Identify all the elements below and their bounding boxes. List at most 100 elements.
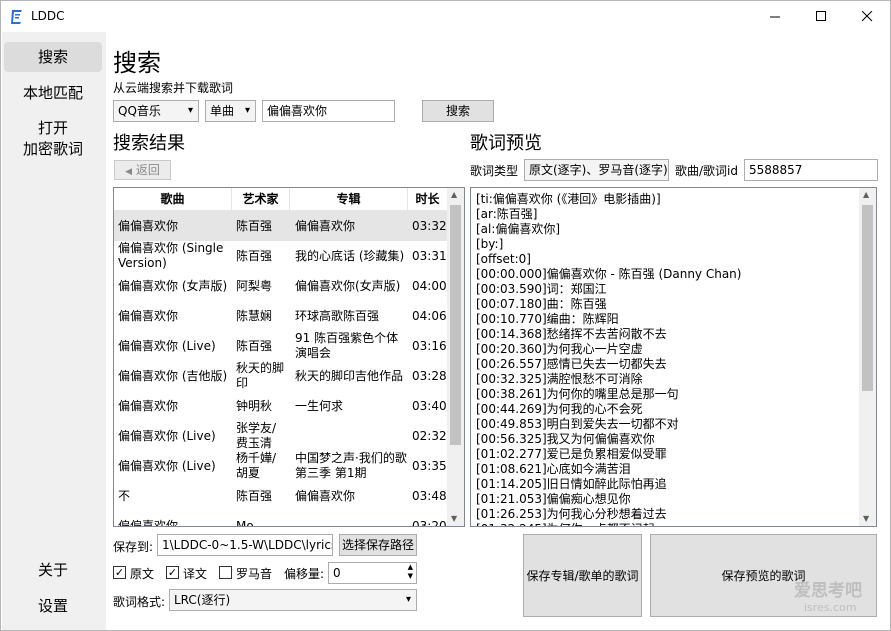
spin-arrows-icon[interactable]: ▲ ▼: [408, 563, 413, 581]
search-input[interactable]: 偏偏喜欢你: [262, 100, 395, 122]
table-row[interactable]: 偏偏喜欢你 (Live) 张学友/费玉清 02:32: [114, 421, 447, 451]
chevron-down-icon: ▾: [187, 105, 193, 116]
choose-save-path-button[interactable]: 选择保存路径: [339, 534, 417, 556]
cell-duration: 04:00: [412, 278, 446, 293]
minimize-button[interactable]: [752, 1, 798, 32]
table-row[interactable]: 偏偏喜欢你 陈慧娴 环球高歌陈百强 04:06: [114, 301, 447, 331]
table-row[interactable]: 偏偏喜欢你 (Live) 杨千嬅/胡夏 中国梦之声·我们的歌 第三季 第1期 03:3…: [114, 451, 447, 481]
table-row[interactable]: 不 陈百强 偏偏喜欢你 03:48: [114, 481, 447, 511]
lyrics-line: [ti:偏偏喜欢你 (《港回》电影插曲)]: [476, 192, 661, 206]
cell-album: 偏偏喜欢你: [295, 488, 356, 503]
close-button[interactable]: [844, 1, 890, 32]
lyrics-line: [00:44.269]为何我的心不会死: [476, 402, 643, 416]
cell-duration: 02:32: [412, 428, 446, 443]
sidebar-item-settings[interactable]: 设置: [4, 594, 102, 618]
format-label: 歌词格式:: [113, 595, 166, 609]
lyrics-id-field[interactable]: 5588857: [744, 159, 878, 181]
cell-album: 91 陈百强紫色个体演唱会: [295, 331, 399, 360]
back-button[interactable]: ◀ 返回: [114, 160, 171, 180]
cell-artist: 陈百强: [236, 248, 273, 263]
translation-label: 译文: [183, 567, 208, 581]
scroll-up-icon[interactable]: ▲: [863, 190, 869, 199]
lyrics-line: [00:49.853]明白到爱失去一切都不对: [476, 417, 679, 431]
results-table: 歌曲 艺术家 专辑 时长 偏偏喜欢你 陈百强 偏偏喜欢你 03:32 偏偏喜欢你 (Si…: [113, 187, 465, 527]
results-title: 搜索结果: [113, 133, 185, 154]
cell-song: 偏偏喜欢你: [118, 398, 179, 413]
preview-title: 歌词预览: [470, 133, 542, 154]
source-select-value: QQ音乐: [118, 104, 161, 118]
lyrics-line: [offset:0]: [476, 252, 531, 266]
cell-album: [295, 511, 407, 526]
table-row[interactable]: 偏偏喜欢你 (女声版) 阿梨粤 偏偏喜欢你(女声版) 04:00: [114, 271, 447, 301]
search-type-value: 单曲: [210, 104, 235, 118]
column-header-artist[interactable]: 艺术家: [232, 188, 290, 211]
column-header-album[interactable]: 专辑: [290, 188, 408, 211]
lyrics-line: [00:14.368]愁绪挥不去苦闷散不去: [476, 327, 667, 341]
table-row[interactable]: 偏偏喜欢你 Mo ... 03:20: [114, 511, 447, 527]
table-row[interactable]: 偏偏喜欢你 钟明秋 一生何求 03:40: [114, 391, 447, 421]
page-title: 搜索: [113, 49, 161, 77]
cell-duration: 03:48: [412, 488, 446, 503]
cell-album: 中国梦之声·我们的歌 第三季 第1期: [295, 451, 407, 480]
romaji-label: 罗马音: [236, 567, 273, 581]
lyrics-line: [00:07.180]曲：陈百强: [476, 297, 607, 311]
column-header-song[interactable]: 歌曲: [114, 188, 232, 211]
cell-artist: 张学友/费玉清: [236, 421, 277, 450]
sidebar-item-label: 本地匹配: [22, 84, 83, 102]
cell-duration: 03:16: [412, 338, 446, 353]
cell-duration: 03:40: [412, 398, 446, 413]
lyrics-line: [00:26.557]感情已失去一切都失去: [476, 357, 667, 371]
sidebar-item-local-match[interactable]: 本地匹配: [4, 81, 102, 105]
cell-artist: 钟明秋: [236, 398, 273, 413]
lyrics-type-field[interactable]: 原文(逐字)、罗马音(逐字): [524, 159, 669, 181]
offset-spinbox[interactable]: 0 ▲ ▼: [328, 562, 417, 584]
search-type-select[interactable]: 单曲 ▾: [205, 100, 256, 122]
sidebar-item-search[interactable]: 搜索: [4, 42, 102, 72]
scroll-thumb[interactable]: [450, 205, 461, 445]
search-button[interactable]: 搜索: [422, 100, 494, 122]
lyrics-format-select[interactable]: LRC(逐行) ▾: [169, 589, 417, 611]
lyrics-line: [01:08.621]心底如今满苦泪: [476, 462, 631, 476]
app-window: LDDC 搜索 本地匹配 打开 加密歌词 关于 设置 搜索 从云端搜索并下载歌词: [0, 0, 891, 631]
lyrics-preview[interactable]: [ti:偏偏喜欢你 (《港回》电影插曲)] [ar:陈百强] [al:偏偏喜欢你] […: [470, 187, 877, 527]
save-path-input[interactable]: 1\LDDC-0~1.5-W\LDDC\lyrics: [157, 534, 333, 556]
column-header-duration[interactable]: 时长: [408, 188, 447, 211]
table-row[interactable]: 偏偏喜欢你 (Live) 陈百强 91 陈百强紫色个体演唱会 03:16: [114, 331, 447, 361]
minimize-icon: [769, 16, 780, 18]
lyrics-scrollbar[interactable]: ▲ ▼: [859, 188, 876, 526]
cell-artist: 阿梨粤: [236, 278, 273, 293]
back-arrow-icon: ◀: [125, 167, 133, 177]
lyrics-line: [al:偏偏喜欢你]: [476, 222, 561, 236]
original-checkbox[interactable]: ✓: [113, 566, 126, 579]
scroll-down-icon[interactable]: ▼: [451, 514, 457, 523]
cell-artist: 陈百强: [236, 218, 273, 233]
translation-checkbox[interactable]: ✓: [166, 566, 179, 579]
maximize-button[interactable]: [798, 1, 844, 32]
lyrics-line: [01:26.253]为何我心分秒想着过去: [476, 507, 667, 521]
scroll-thumb[interactable]: [862, 205, 873, 391]
lyrics-type-label: 歌词类型: [470, 164, 519, 178]
table-row[interactable]: 偏偏喜欢你 (吉他版) 秋天的脚印 秋天的脚印吉他作品 03:28: [114, 361, 447, 391]
cell-artist: 陈百强: [236, 488, 273, 503]
sidebar-item-open-encrypted[interactable]: 打开 加密歌词: [4, 118, 102, 160]
back-button-label: 返回: [135, 163, 160, 177]
sidebar-item-about[interactable]: 关于: [4, 558, 102, 582]
lyrics-line: [00:32.325]满腔恨愁不可消除: [476, 372, 643, 386]
table-row[interactable]: 偏偏喜欢你 (Single Version) 陈百强 我的心底话 (珍藏集) 03:3…: [114, 241, 447, 271]
sidebar-item-label: 搜索: [37, 48, 68, 66]
cell-song: 不: [118, 488, 131, 503]
lyrics-line: [00:03.590]词：郑国江: [476, 282, 607, 296]
lyrics-line: [ar:陈百强]: [476, 207, 538, 221]
scroll-up-icon[interactable]: ▲: [451, 190, 457, 199]
romaji-checkbox[interactable]: [219, 566, 232, 579]
lyrics-line: [01:14.205]旧日情如醉此际怕再追: [476, 477, 667, 491]
table-row[interactable]: 偏偏喜欢你 陈百强 偏偏喜欢你 03:32: [114, 211, 447, 241]
source-select[interactable]: QQ音乐 ▾: [113, 100, 199, 122]
results-scrollbar[interactable]: ▲ ▼: [447, 188, 464, 526]
lyrics-line: [00:56.325]我又为何偏偏喜欢你: [476, 432, 655, 446]
window-title: LDDC: [31, 9, 65, 23]
scroll-down-icon[interactable]: ▼: [863, 514, 869, 523]
cell-album: 我的心底话 (珍藏集): [295, 248, 405, 263]
save-album-lyrics-button[interactable]: 保存专辑/歌单的歌词: [523, 534, 642, 617]
offset-value: 0: [333, 566, 341, 580]
